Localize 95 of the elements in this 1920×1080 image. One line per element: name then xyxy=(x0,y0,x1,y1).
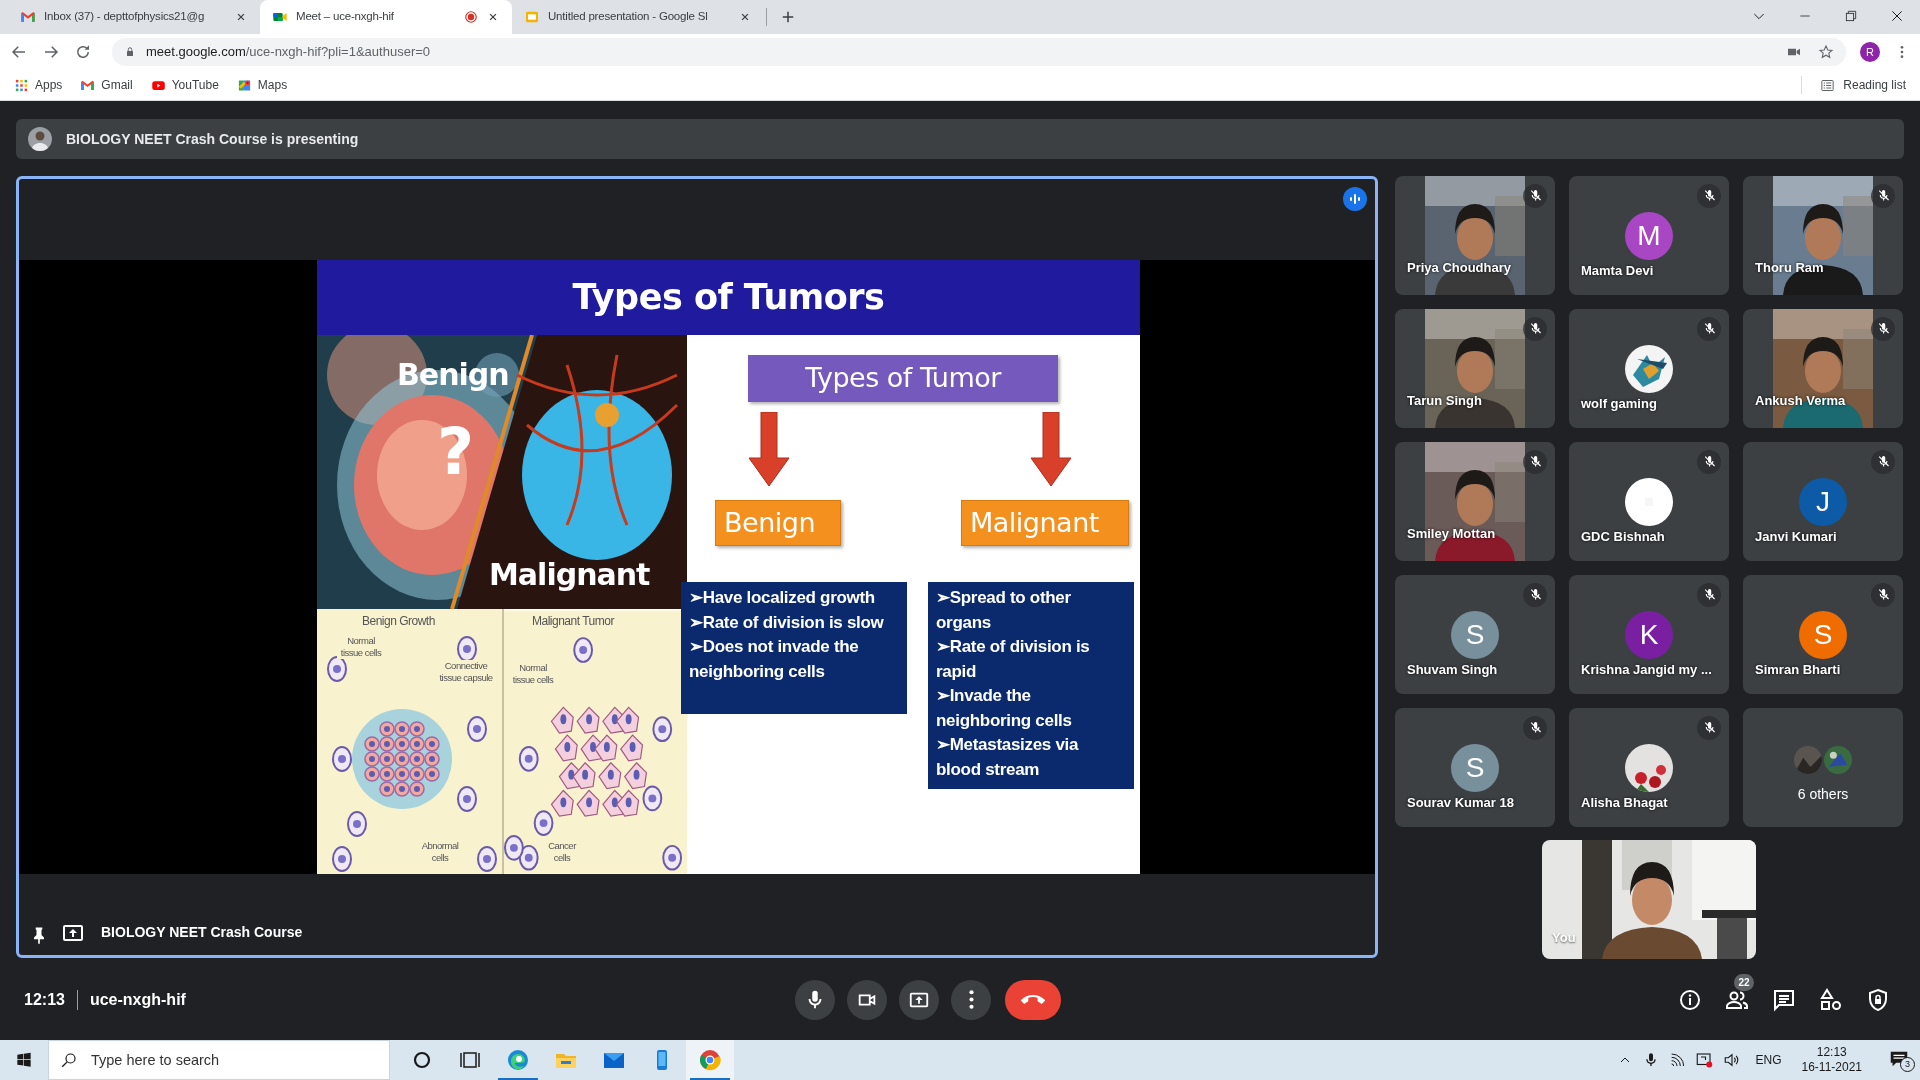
participant-name: Tarun Singh xyxy=(1407,392,1482,410)
clock-date[interactable]: 16-11-2021 xyxy=(1801,1060,1862,1075)
reading-list-icon[interactable] xyxy=(1820,77,1836,93)
envelope-icon xyxy=(20,9,36,25)
notification-count: 3 xyxy=(1900,1057,1915,1072)
bullet-point: ➢Does not invade the neighboring cells xyxy=(689,636,860,683)
participant-name: Krishna Jangid my ... xyxy=(1581,661,1712,679)
avatar-initial: S xyxy=(1799,611,1847,659)
photo-caption: Malignant xyxy=(489,560,650,590)
reload-icon[interactable] xyxy=(74,43,92,61)
bookmark-link[interactable]: Gmail xyxy=(101,76,133,94)
lock-icon xyxy=(124,46,136,58)
info-icon[interactable] xyxy=(1678,987,1702,1012)
search-icon xyxy=(60,1051,78,1069)
url-host: meet.google.com xyxy=(146,43,246,62)
chart-heading: Types of Tumor xyxy=(805,361,1001,396)
presenting-text: BIOLOGY NEET Crash Course is presenting xyxy=(66,129,359,149)
bullet-point: ➢Spread to other organs xyxy=(936,587,1072,634)
participant-name: GDC Bishnah xyxy=(1581,528,1665,546)
camera-button[interactable] xyxy=(847,979,887,1020)
branch-label: Benign xyxy=(724,505,815,540)
participant-name: wolf gaming xyxy=(1581,395,1657,413)
browser-tab[interactable]: Meet – uce-nxgh-hif xyxy=(260,0,512,34)
participant-name: Priya Choudhary xyxy=(1407,259,1512,277)
bookmark-link[interactable]: Maps xyxy=(257,76,288,94)
avatar-initial: S xyxy=(1451,611,1499,659)
avatar-initial: K xyxy=(1625,611,1673,659)
bookmark-link[interactable]: YouTube xyxy=(171,76,219,94)
participant-name: Simran Bharti xyxy=(1755,661,1841,679)
shield-lock-icon[interactable] xyxy=(1866,987,1890,1012)
bullet-point: ➢Metastasizes via blood stream xyxy=(936,734,1080,781)
grid-icon[interactable] xyxy=(14,77,29,93)
tab-title: Untitled presentation - Google Sl xyxy=(548,9,709,25)
windows-start-icon[interactable] xyxy=(16,1052,32,1068)
present-button[interactable] xyxy=(899,979,939,1020)
star-icon[interactable] xyxy=(1818,44,1834,60)
avatar-icon xyxy=(28,127,52,151)
tab-title: Inbox (37) - depttofphysics21@g xyxy=(44,9,206,25)
browser-tab[interactable]: Untitled presentation - Google Sl xyxy=(512,0,764,34)
avatar-initial: M xyxy=(1625,212,1673,260)
participant-name: Alisha Bhagat xyxy=(1581,794,1668,812)
participant-name: Janvi Kumari xyxy=(1755,528,1837,546)
presenter-name: BIOLOGY NEET Crash Course xyxy=(101,923,303,942)
diagram-label: Normal tissue cells xyxy=(509,662,557,686)
avatar-initial: J xyxy=(1799,478,1847,526)
bullet-point: ➢Have localized growth xyxy=(689,587,876,609)
participant-name: Ankush Verma xyxy=(1755,392,1846,410)
chrome-icon xyxy=(698,1048,722,1072)
branch-label: Malignant xyxy=(970,505,1099,540)
count-badge: 22 xyxy=(1734,973,1754,991)
back-icon[interactable] xyxy=(10,43,28,61)
slides-icon xyxy=(524,9,540,25)
restore-icon[interactable] xyxy=(1843,8,1859,24)
tab-title: Meet – uce-nxgh-hif xyxy=(296,9,395,25)
diagram-title: Malignant Tumor xyxy=(532,613,614,630)
bullet-point: ➢Rate of division is rapid xyxy=(936,636,1091,683)
microphone-button[interactable] xyxy=(795,979,835,1020)
network-icon[interactable] xyxy=(1695,1051,1714,1069)
shapes-icon[interactable] xyxy=(1819,987,1843,1012)
close-icon[interactable] xyxy=(1889,8,1905,24)
meeting-time: 12:13 xyxy=(24,989,65,1010)
wifi-icon[interactable] xyxy=(1669,1052,1686,1068)
more-options-button[interactable] xyxy=(951,979,991,1020)
address-bar[interactable]: meet.google.com/uce-nxgh-hif?pli=1&authuser=0 xyxy=(112,38,1846,66)
participant-name: Shuvam Singh xyxy=(1407,661,1498,679)
diagram-label: Normal tissue cells xyxy=(337,635,385,659)
diagram-title: Benign Growth xyxy=(362,613,435,630)
slide-title: Types of Tumors xyxy=(572,276,885,320)
search-field[interactable]: Type here to search xyxy=(48,1040,390,1080)
participant-name: Smiley Mottan xyxy=(1407,525,1496,543)
more-icon xyxy=(968,990,974,1009)
participant-name: Thoru Ram xyxy=(1755,259,1824,277)
photo-caption: Benign xyxy=(397,360,509,390)
meeting-code: uce-nxgh-hif xyxy=(89,989,186,1010)
browser-tab[interactable]: Inbox (37) - depttofphysics21@g xyxy=(8,0,260,34)
clock-time[interactable]: 12:13 xyxy=(1816,1045,1847,1060)
bookmark-link[interactable]: Apps xyxy=(35,76,63,94)
speaking-indicator-icon xyxy=(1343,187,1367,211)
url-path: /uce-nxgh-hif?pli=1&authuser=0 xyxy=(245,43,431,62)
recording-icon xyxy=(464,10,478,24)
leave-call-button[interactable] xyxy=(1005,979,1061,1020)
reading-list-link[interactable]: Reading list xyxy=(1843,76,1906,94)
chat-icon[interactable] xyxy=(1772,987,1796,1012)
participant-name: Sourav Kumar 18 xyxy=(1407,794,1514,812)
self-label: You xyxy=(1552,928,1576,947)
browser-icon xyxy=(506,1048,530,1072)
participant-name: Mamta Devi xyxy=(1581,262,1654,280)
photo-caption: ? xyxy=(437,420,474,484)
language-indicator[interactable]: ENG xyxy=(1755,1051,1782,1069)
avatar-initial: S xyxy=(1451,744,1499,792)
forward-icon[interactable] xyxy=(42,43,60,61)
profile-avatar[interactable]: R xyxy=(1860,42,1880,62)
bullet-point: ➢Invade the neighboring cells xyxy=(936,685,1073,732)
others-count: 6 others xyxy=(1797,785,1849,804)
bullet-point: ➢Rate of division is slow xyxy=(689,611,885,634)
